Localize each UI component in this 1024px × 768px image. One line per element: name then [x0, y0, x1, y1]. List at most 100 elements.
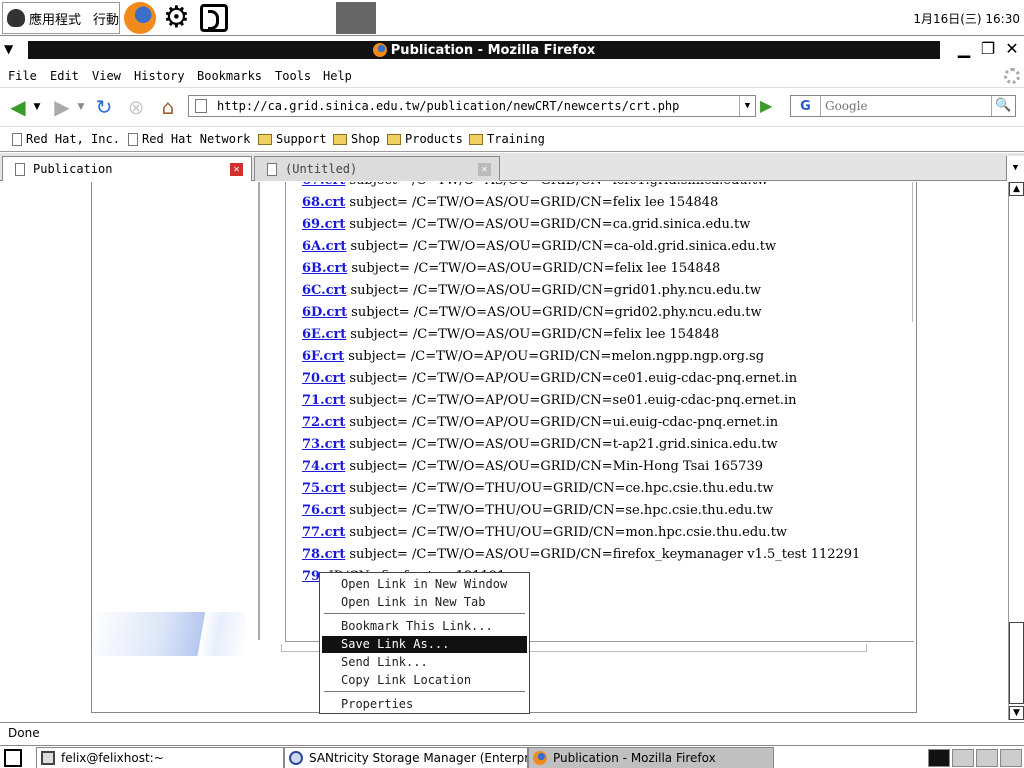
- cert-link[interactable]: 77.crt: [302, 525, 345, 540]
- window-menu-icon[interactable]: ▼: [4, 42, 13, 56]
- window-titlebar[interactable]: ▼ Publication - Mozilla Firefox ▁ ❐ ✕: [0, 38, 1024, 62]
- context-bookmark-link[interactable]: Bookmark This Link...: [322, 618, 527, 635]
- cert-subject: subject= /C=TW/O=AP/OU=GRID/CN=melon.ngp…: [348, 349, 765, 364]
- home-icon[interactable]: ⌂: [156, 95, 180, 119]
- context-menu: Open Link in New Window Open Link in New…: [319, 572, 530, 714]
- cert-link[interactable]: 68.crt: [302, 195, 345, 210]
- workspace-3[interactable]: [976, 749, 998, 767]
- bookmark-folder-training[interactable]: Training: [469, 132, 545, 146]
- folder-icon: [258, 133, 272, 145]
- bookmark-folder-support[interactable]: Support: [258, 132, 327, 146]
- back-history-dropdown[interactable]: ▼: [32, 95, 42, 119]
- bookmark-red-hat-inc[interactable]: Red Hat, Inc.: [12, 132, 120, 146]
- context-separator: [324, 613, 525, 614]
- context-send-link[interactable]: Send Link...: [322, 654, 527, 671]
- url-history-dropdown[interactable]: ▼: [739, 96, 755, 116]
- tab-publication[interactable]: Publication ✕: [2, 156, 252, 181]
- terminal-launcher[interactable]: [200, 2, 230, 34]
- firefox-launcher[interactable]: [124, 2, 160, 34]
- window-title-strip[interactable]: Publication - Mozilla Firefox: [28, 41, 940, 59]
- workspace-4[interactable]: [1000, 749, 1022, 767]
- cert-link[interactable]: 78.crt: [302, 547, 345, 562]
- search-engine-selector[interactable]: G: [791, 96, 821, 116]
- cert-row: 6A.crt subject= /C=TW/O=AS/OU=GRID/CN=ca-…: [302, 236, 860, 258]
- status-text: Done: [8, 726, 40, 740]
- cert-link[interactable]: 76.crt: [302, 503, 345, 518]
- cert-row: 78.crt subject= /C=TW/O=AS/OU=GRID/CN=fir…: [302, 544, 860, 566]
- certificate-list: 67.crt subject= /C=TW/O=AS/OU=GRID/CN=lcf…: [302, 182, 860, 588]
- menu-edit[interactable]: Edit: [50, 69, 79, 83]
- context-save-link-as[interactable]: Save Link As...: [322, 636, 527, 653]
- forward-arrow-icon[interactable]: ▶: [50, 95, 74, 119]
- cert-link[interactable]: 6E.crt: [302, 327, 346, 342]
- cert-link[interactable]: 6A.crt: [302, 239, 346, 254]
- workspace-1[interactable]: [928, 749, 950, 767]
- scroll-up-arrow-icon[interactable]: ▲: [1009, 182, 1024, 196]
- search-magnifier-icon[interactable]: 🔍: [991, 96, 1015, 116]
- tab-untitled[interactable]: (Untitled) ✕: [254, 156, 500, 181]
- firefox-icon: [533, 751, 547, 765]
- cert-link[interactable]: 6C.crt: [302, 283, 346, 298]
- scroll-thumb[interactable]: [1009, 622, 1024, 704]
- show-desktop-icon[interactable]: [4, 749, 22, 767]
- go-arrow-icon[interactable]: ▶: [760, 96, 780, 116]
- cert-row: 72.crt subject= /C=TW/O=AP/OU=GRID/CN=ui.…: [302, 412, 860, 434]
- cert-link[interactable]: 6F.crt: [302, 349, 344, 364]
- forward-history-dropdown[interactable]: ▼: [76, 95, 86, 119]
- vertical-scrollbar[interactable]: ▲ ▼: [1008, 182, 1024, 720]
- cert-row: 71.crt subject= /C=TW/O=AP/OU=GRID/CN=se0…: [302, 390, 860, 412]
- search-input[interactable]: [821, 99, 991, 113]
- stop-icon[interactable]: ⊗: [124, 95, 148, 119]
- applications-menu[interactable]: 應用程式 行動: [2, 2, 120, 34]
- cert-link[interactable]: 72.crt: [302, 415, 345, 430]
- context-open-new-tab[interactable]: Open Link in New Tab: [322, 594, 527, 611]
- menu-file[interactable]: File: [8, 69, 37, 83]
- bookmark-folder-shop[interactable]: Shop: [333, 132, 380, 146]
- workspace-2[interactable]: [952, 749, 974, 767]
- cert-subject: subject= /C=TW/O=AS/OU=GRID/CN=ca-old.gr…: [350, 239, 777, 254]
- cert-link[interactable]: 69.crt: [302, 217, 345, 232]
- back-arrow-icon[interactable]: ◀: [6, 95, 30, 119]
- url-bar[interactable]: http://ca.grid.sinica.edu.tw/publication…: [188, 95, 756, 117]
- context-copy-link-location[interactable]: Copy Link Location: [322, 672, 527, 689]
- cert-link[interactable]: 6D.crt: [302, 305, 347, 320]
- menu-tools[interactable]: Tools: [275, 69, 311, 83]
- taskbar-item-firefox[interactable]: Publication - Mozilla Firefox: [528, 747, 774, 768]
- cert-link[interactable]: 6B.crt: [302, 261, 347, 276]
- cert-link[interactable]: 70.crt: [302, 371, 345, 386]
- taskbar-item-terminal[interactable]: felix@felixhost:~: [36, 747, 284, 768]
- cert-link[interactable]: 73.crt: [302, 437, 345, 452]
- close-icon[interactable]: ✕: [1004, 40, 1020, 58]
- cert-link[interactable]: 67.crt: [302, 182, 345, 188]
- scroll-down-arrow-icon[interactable]: ▼: [1009, 706, 1024, 720]
- tab-list-dropdown[interactable]: ▼: [1006, 156, 1024, 181]
- bookmark-folder-products[interactable]: Products: [387, 132, 463, 146]
- settings-launcher[interactable]: ⚙: [163, 2, 195, 34]
- maximize-icon[interactable]: ❐: [980, 40, 996, 58]
- menu-help[interactable]: Help: [323, 69, 352, 83]
- cert-subject: subject= /C=TW/O=THU/OU=GRID/CN=ce.hpc.c…: [349, 481, 774, 496]
- cert-link[interactable]: 75.crt: [302, 481, 345, 496]
- cert-row: 6F.crt subject= /C=TW/O=AP/OU=GRID/CN=mel…: [302, 346, 860, 368]
- menu-history[interactable]: History: [134, 69, 185, 83]
- taskbar-item-label: Publication - Mozilla Firefox: [553, 751, 716, 765]
- cert-link[interactable]: 74.crt: [302, 459, 345, 474]
- close-tab-icon[interactable]: ✕: [230, 163, 243, 176]
- url-text[interactable]: http://ca.grid.sinica.edu.tw/publication…: [217, 99, 679, 113]
- taskbar-item-santricity[interactable]: SANtricity Storage Manager (Enterprise: [284, 747, 528, 768]
- reload-icon[interactable]: ↻: [92, 95, 116, 119]
- workspace-switcher[interactable]: [336, 2, 376, 34]
- clock[interactable]: 1月16日(三) 16:30: [913, 10, 1020, 27]
- context-open-new-window[interactable]: Open Link in New Window: [322, 576, 527, 593]
- actions-menu-label[interactable]: 行動: [93, 9, 119, 28]
- close-tab-icon[interactable]: ✕: [478, 163, 491, 176]
- search-box[interactable]: G 🔍: [790, 95, 1016, 117]
- cert-link[interactable]: 71.crt: [302, 393, 345, 408]
- cert-subject: subject= /C=TW/O=AS/OU=GRID/CN=grid02.ph…: [351, 305, 762, 320]
- context-properties[interactable]: Properties: [322, 696, 527, 713]
- minimize-icon[interactable]: ▁: [956, 40, 972, 58]
- menu-view[interactable]: View: [92, 69, 121, 83]
- menu-bookmarks[interactable]: Bookmarks: [197, 69, 262, 83]
- bookmark-red-hat-network[interactable]: Red Hat Network: [128, 132, 250, 146]
- firefox-icon: [372, 43, 387, 57]
